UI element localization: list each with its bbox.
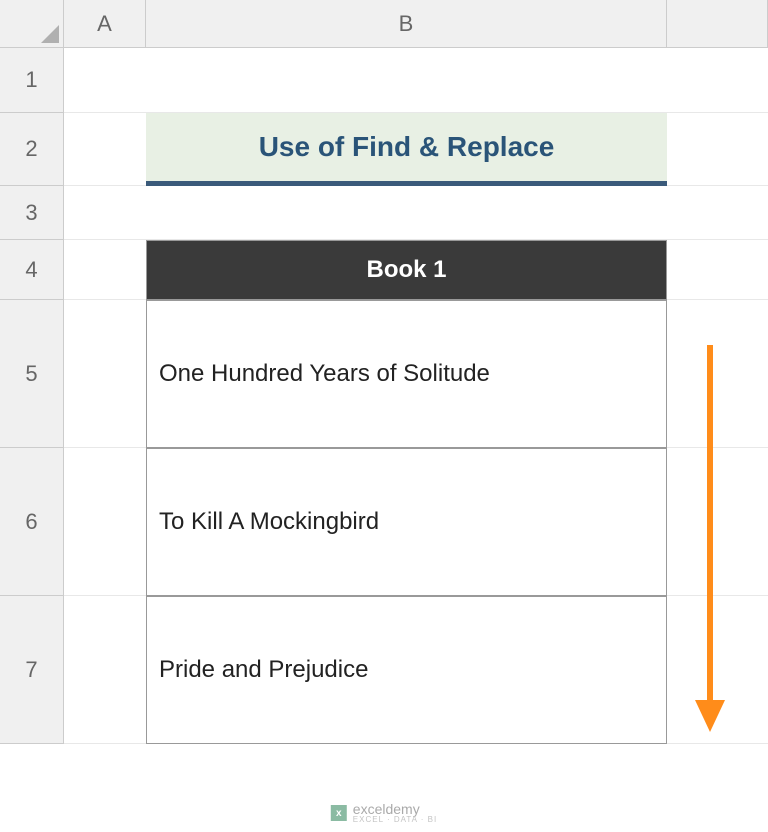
arrow-head-icon (695, 700, 725, 732)
cell-c2[interactable] (667, 113, 768, 186)
select-all-corner[interactable] (0, 0, 64, 48)
column-header-empty (667, 0, 768, 48)
cell-a6[interactable] (64, 448, 146, 596)
row-header-7[interactable]: 7 (0, 596, 64, 744)
table-row[interactable]: To Kill A Mockingbird (146, 448, 667, 596)
row-header-5[interactable]: 5 (0, 300, 64, 448)
row-header-3[interactable]: 3 (0, 186, 64, 240)
down-arrow-annotation (695, 345, 725, 735)
cell-a3[interactable] (64, 186, 146, 240)
cell-c1[interactable] (667, 48, 768, 113)
row-header-2[interactable]: 2 (0, 113, 64, 186)
watermark: x exceldemy EXCEL · DATA · BI (331, 802, 437, 824)
arrow-shaft-icon (707, 345, 713, 705)
table-row[interactable]: Pride and Prejudice (146, 596, 667, 744)
cell-a4[interactable] (64, 240, 146, 300)
cell-c4[interactable] (667, 240, 768, 300)
cell-c3[interactable] (667, 186, 768, 240)
spreadsheet-grid: A B 1 2 Use of Find & Replace 3 4 Book 1… (0, 0, 768, 744)
title-cell[interactable]: Use of Find & Replace (146, 113, 667, 186)
column-header-a[interactable]: A (64, 0, 146, 48)
cell-b1[interactable] (146, 48, 667, 113)
cell-a7[interactable] (64, 596, 146, 744)
table-row[interactable]: One Hundred Years of Solitude (146, 300, 667, 448)
select-all-triangle-icon (41, 25, 59, 43)
column-header-b[interactable]: B (146, 0, 667, 48)
cell-a5[interactable] (64, 300, 146, 448)
watermark-tagline: EXCEL · DATA · BI (353, 816, 437, 824)
watermark-logo-icon: x (331, 805, 347, 821)
cell-a1[interactable] (64, 48, 146, 113)
cell-a2[interactable] (64, 113, 146, 186)
watermark-brand: exceldemy (353, 802, 437, 816)
table-header[interactable]: Book 1 (146, 240, 667, 300)
row-header-1[interactable]: 1 (0, 48, 64, 113)
row-header-6[interactable]: 6 (0, 448, 64, 596)
cell-b3[interactable] (146, 186, 667, 240)
row-header-4[interactable]: 4 (0, 240, 64, 300)
